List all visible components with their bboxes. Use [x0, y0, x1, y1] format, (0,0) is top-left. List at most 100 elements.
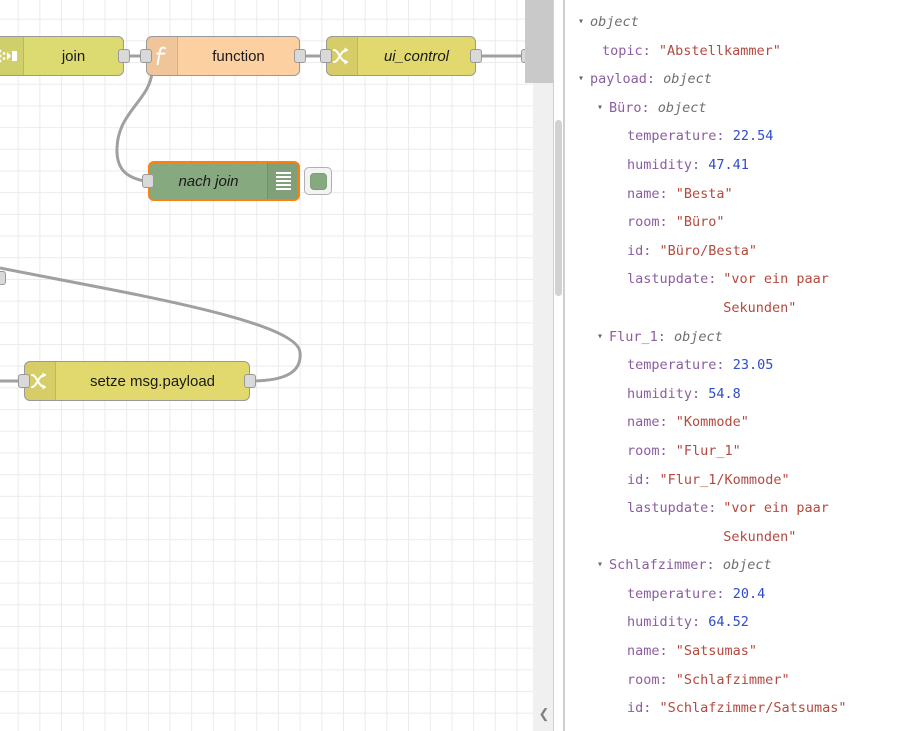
- debug-field-value: "Flur_1/Kommode": [659, 471, 790, 488]
- debug-field-row: id: "Schlafzimmer/Satsumas": [565, 694, 898, 723]
- debug-field-row: name: "Besta": [565, 180, 898, 209]
- debug-room-key: Büro:: [609, 99, 650, 116]
- debug-field-key: lastupdate:: [627, 500, 717, 517]
- canvas-gutter: [533, 0, 553, 731]
- debug-room-row[interactable]: ▾ Flur_1: object: [565, 323, 898, 352]
- chevron-down-icon[interactable]: ▾: [597, 94, 609, 123]
- port-function-output[interactable]: [294, 49, 306, 63]
- debug-field-value: 22.54: [732, 128, 774, 145]
- debug-field-value: "vor ein paar Sekunden": [723, 271, 838, 316]
- node-function-label: function: [212, 47, 265, 65]
- chevron-down-icon[interactable]: ▾: [597, 323, 609, 352]
- debug-field-row: room: "Schlafzimmer": [565, 666, 898, 695]
- debug-room-row[interactable]: ▾ Büro: object: [565, 94, 898, 123]
- debug-field-key: id:: [627, 242, 652, 259]
- debug-bars-icon: [267, 163, 298, 199]
- port-join-output[interactable]: [118, 49, 130, 63]
- port-function-input[interactable]: [140, 49, 152, 63]
- node-ui-control[interactable]: ui_control: [326, 36, 476, 76]
- debug-field-key: name:: [627, 643, 668, 660]
- chevron-down-icon[interactable]: ▾: [597, 551, 609, 580]
- debug-field-row: lastupdate: "vor ein paar Sekunden": [565, 265, 898, 322]
- debug-field-value: "Büro": [675, 214, 725, 231]
- debug-field-value: "Schlafzimmer": [675, 671, 790, 688]
- debug-field-row: temperature: 22.54: [565, 122, 898, 151]
- debug-field-row: room: "Flur_1": [565, 437, 898, 466]
- node-function[interactable]: function: [146, 36, 300, 76]
- port-ui-control-input[interactable]: [320, 49, 332, 63]
- debug-room-type: object: [722, 557, 772, 574]
- debug-topic-key: topic:: [602, 42, 651, 59]
- debug-toggle-indicator: [309, 172, 327, 190]
- debug-field-row: lastupdate: "vor ein paar: [565, 723, 898, 731]
- debug-field-key: humidity:: [627, 385, 701, 402]
- flow-canvas[interactable]: join function ui_control nach join setze…: [0, 0, 533, 731]
- debug-field-key: room:: [627, 442, 668, 459]
- debug-room-type: object: [674, 328, 723, 345]
- debug-topic-row: ▾ topic: "Abstellkammer": [565, 37, 898, 66]
- debug-field-row: id: "Flur_1/Kommode": [565, 466, 898, 495]
- debug-field-value: "Kommode": [675, 414, 749, 431]
- debug-field-key: humidity:: [627, 614, 701, 631]
- debug-field-value: "Besta": [675, 185, 733, 202]
- port-offscreen-upper[interactable]: [0, 271, 6, 285]
- debug-field-value: "Schlafzimmer/Satsumas": [659, 700, 847, 717]
- panel-resize-handle[interactable]: ❮: [536, 706, 552, 722]
- debug-field-row: temperature: 23.05: [565, 351, 898, 380]
- debug-rooms-container: ▾ Büro: object temperature: 22.54 humidity:…: [565, 94, 898, 731]
- debug-field-key: id:: [627, 471, 652, 488]
- chevron-down-icon[interactable]: ▾: [578, 65, 590, 94]
- debug-root-row[interactable]: ▾ object: [565, 8, 898, 37]
- debug-field-key: name:: [627, 185, 668, 202]
- debug-field-value: 20.4: [732, 585, 766, 602]
- debug-field-value: "Büro/Besta": [659, 242, 758, 259]
- debug-field-key: humidity:: [627, 156, 701, 173]
- debug-field-row: id: "Büro/Besta": [565, 237, 898, 266]
- debug-room-key: Flur_1:: [609, 328, 666, 345]
- debug-field-value: 64.52: [708, 614, 749, 631]
- debug-field-value: 47.41: [708, 156, 749, 173]
- debug-field-value: "vor ein paar: [725, 723, 831, 731]
- canvas-scrollbar-track[interactable]: [553, 0, 564, 731]
- node-setze-msg-payload[interactable]: setze msg.payload: [24, 361, 250, 401]
- debug-enable-toggle[interactable]: [304, 167, 332, 195]
- debug-room-type: object: [657, 99, 707, 116]
- port-debug-input[interactable]: [142, 174, 154, 188]
- debug-message-panel[interactable]: ▾ object ▾ topic: "Abstellkammer" ▾ payl…: [565, 0, 898, 731]
- node-debug-label: nach join: [178, 172, 239, 190]
- node-setze-msg-payload-label: setze msg.payload: [89, 372, 216, 390]
- debug-payload-row[interactable]: ▾ payload: object: [565, 65, 898, 94]
- debug-field-row: name: "Kommode": [565, 408, 898, 437]
- debug-topic-value: "Abstellkammer": [658, 42, 781, 59]
- debug-field-row: temperature: 20.4: [565, 580, 898, 609]
- debug-payload-key: payload:: [590, 71, 656, 88]
- debug-room-row[interactable]: ▾ Schlafzimmer: object: [565, 551, 898, 580]
- chevron-down-icon[interactable]: ▾: [578, 8, 590, 37]
- debug-field-row: humidity: 64.52: [565, 608, 898, 637]
- debug-payload-type: object: [663, 71, 712, 88]
- node-ui-control-label: ui_control: [383, 47, 450, 65]
- canvas-top-shade: [525, 0, 553, 83]
- port-change-input[interactable]: [18, 374, 30, 388]
- debug-field-key: lastupdate:: [627, 271, 717, 288]
- debug-root-type: object: [590, 14, 639, 30]
- node-join[interactable]: join: [0, 36, 124, 76]
- debug-field-key: temperature:: [627, 585, 725, 602]
- debug-field-row: humidity: 47.41: [565, 151, 898, 180]
- node-red-editor: join function ui_control nach join setze…: [0, 0, 898, 731]
- debug-field-key: lastupdate:: [627, 723, 716, 731]
- debug-field-key: room:: [627, 214, 668, 231]
- debug-field-row: humidity: 54.8: [565, 380, 898, 409]
- port-change-output[interactable]: [244, 374, 256, 388]
- node-debug-nach-join[interactable]: nach join: [148, 161, 300, 201]
- canvas-scrollbar-thumb[interactable]: [555, 120, 562, 296]
- debug-field-row: lastupdate: "vor ein paar Sekunden": [565, 494, 898, 551]
- debug-field-key: name:: [627, 414, 668, 431]
- debug-field-row: room: "Büro": [565, 208, 898, 237]
- debug-field-value: "vor ein paar Sekunden": [723, 500, 838, 545]
- debug-field-value: "Satsumas": [675, 643, 758, 660]
- port-ui-control-output[interactable]: [470, 49, 482, 63]
- node-join-label: join: [61, 47, 86, 65]
- debug-field-value: 23.05: [732, 357, 774, 374]
- debug-field-row: name: "Satsumas": [565, 637, 898, 666]
